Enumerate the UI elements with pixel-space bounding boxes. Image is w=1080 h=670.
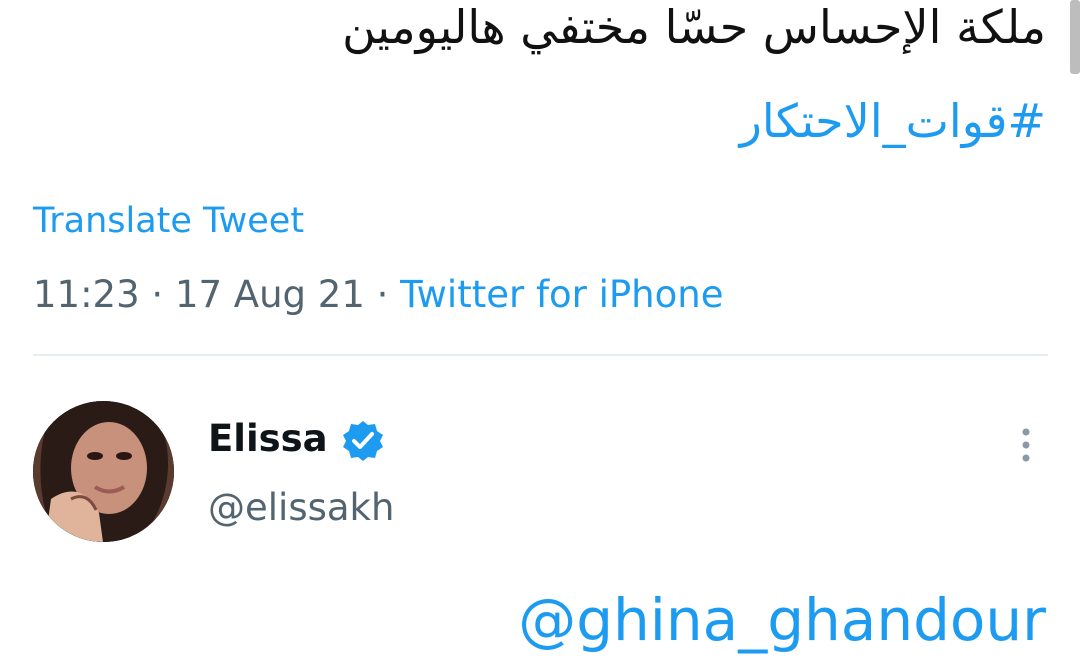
author-handle[interactable]: @elissakh bbox=[208, 485, 394, 531]
divider bbox=[33, 354, 1048, 356]
tweet-time[interactable]: 11:23 bbox=[33, 273, 140, 316]
tweet-source-link[interactable]: Twitter for iPhone bbox=[400, 273, 723, 316]
hashtag-link[interactable]: #قوات_الاحتكار bbox=[86, 94, 1046, 148]
meta-separator: · bbox=[139, 273, 175, 316]
tweet-text: ملكة الإحساس حسّا مختفي هاليومين bbox=[342, 0, 1046, 54]
scrollbar[interactable] bbox=[1070, 0, 1080, 74]
more-vertical-icon[interactable] bbox=[1013, 425, 1039, 465]
tweet-meta: 11:23 · 17 Aug 21 · Twitter for iPhone bbox=[33, 273, 723, 317]
tweet-body: ملكة الإحساس حسّا مختفي هاليومين #قوات_ا… bbox=[86, 0, 1046, 148]
translate-tweet-link[interactable]: Translate Tweet bbox=[33, 200, 304, 242]
tweet-date[interactable]: 17 Aug 21 bbox=[175, 273, 365, 316]
meta-separator: · bbox=[364, 273, 401, 316]
verified-badge-icon bbox=[343, 421, 383, 461]
author-name[interactable]: Elissa bbox=[208, 416, 328, 462]
avatar[interactable] bbox=[33, 401, 174, 542]
mention-link[interactable]: @ghina_ghandour bbox=[518, 585, 1046, 655]
